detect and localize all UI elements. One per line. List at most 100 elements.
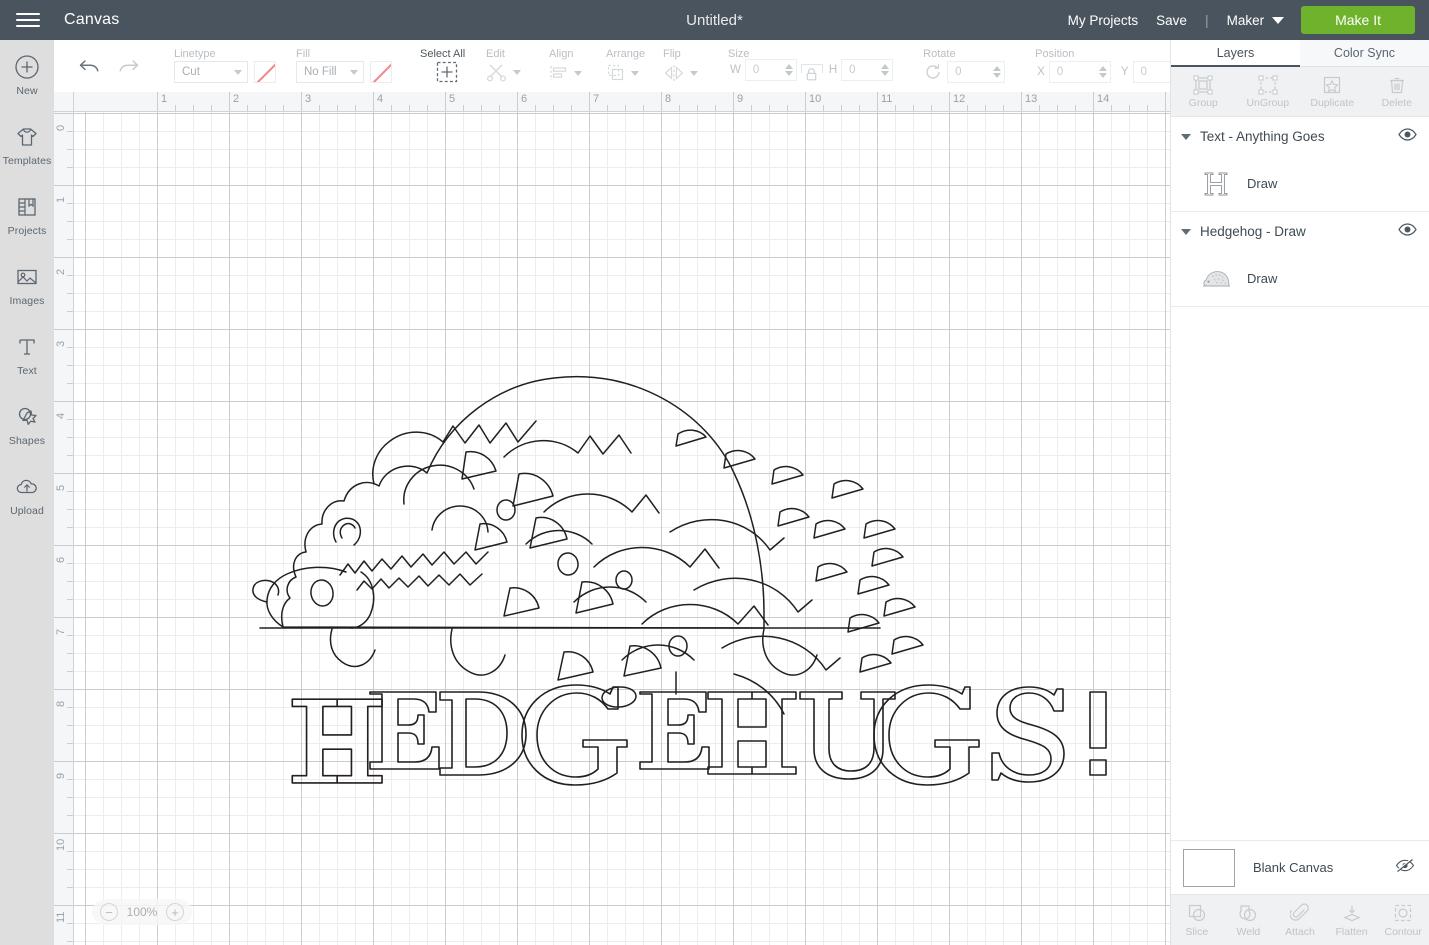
canvas-grid[interactable]	[74, 112, 1170, 945]
ruler-label: 14	[1097, 93, 1110, 105]
ruler-minor-tick	[67, 797, 73, 798]
canvas-label: Canvas	[64, 11, 120, 28]
size-group: Size W 0 H 0	[728, 40, 894, 92]
slice-icon	[1188, 904, 1205, 921]
attach-button[interactable]: Attach	[1274, 895, 1326, 945]
arrange-group[interactable]: Arrange	[606, 40, 645, 92]
ruler-major-tick	[1093, 92, 1094, 111]
weld-button[interactable]: Weld	[1223, 895, 1275, 945]
select-all-group[interactable]: Select All	[420, 40, 465, 92]
rotate-icon[interactable]	[923, 62, 943, 82]
my-projects-link[interactable]: My Projects	[1068, 13, 1139, 28]
ruler-minor-tick	[535, 105, 536, 111]
sidebar-item-upload[interactable]: Upload	[0, 460, 54, 530]
design-space-app: Canvas Untitled* My Projects Save | Make…	[0, 0, 1429, 945]
select-all-label: Select All	[420, 48, 466, 60]
design-canvas[interactable]: 123456789101112131415 01234567891011 − 1…	[54, 92, 1170, 945]
sidebar-item-projects[interactable]: Projects	[0, 180, 54, 250]
ruler-minor-tick	[643, 105, 644, 111]
flip-icon[interactable]	[663, 63, 685, 83]
fill-select[interactable]: No Fill	[296, 61, 364, 83]
undo-icon[interactable]	[78, 56, 102, 76]
linetype-select[interactable]: Cut	[174, 61, 248, 83]
sidebar-item-shapes[interactable]: Shapes	[0, 390, 54, 460]
layer-group-header[interactable]: Text - Anything Goes	[1171, 117, 1429, 156]
arrange-icon[interactable]	[606, 63, 626, 83]
ruler-minor-tick	[319, 105, 320, 111]
ruler-major-tick	[805, 92, 806, 111]
rotate-input[interactable]: 0	[947, 61, 1006, 83]
ruler-minor-tick	[337, 105, 338, 111]
eye-icon[interactable]	[1398, 127, 1417, 146]
ruler-minor-tick	[463, 105, 464, 111]
chevron-down-icon[interactable]	[1181, 133, 1191, 140]
hedgehugs-lettering	[291, 684, 1107, 786]
machine-selector[interactable]: Maker	[1227, 13, 1285, 28]
sidebar-item-new[interactable]: New	[0, 40, 54, 110]
layer-group-header[interactable]: Hedgehog - Draw	[1171, 212, 1429, 251]
select-all-icon[interactable]	[436, 61, 458, 83]
edit-group[interactable]: Edit	[486, 40, 521, 92]
canvas-color-swatch[interactable]	[1183, 848, 1235, 887]
redo-icon[interactable]	[116, 56, 140, 76]
ruler-minor-tick	[967, 105, 968, 111]
group-button[interactable]: Group	[1171, 67, 1236, 116]
x-stepper[interactable]	[1098, 66, 1107, 78]
fill-color-swatch[interactable]	[370, 61, 392, 83]
ruler-minor-tick	[67, 923, 73, 924]
duplicate-button[interactable]: Duplicate	[1300, 67, 1365, 116]
ruler-major-tick	[1165, 92, 1166, 111]
book-icon	[18, 197, 36, 216]
width-stepper[interactable]	[784, 64, 793, 76]
artwork-hedgehog-hedgehugs[interactable]	[74, 112, 1170, 945]
ungroup-button[interactable]: UnGroup	[1236, 67, 1301, 116]
hedgehog-thumb	[1201, 264, 1231, 294]
linetype-color-swatch[interactable]	[254, 61, 276, 83]
ruler-minor-tick	[1129, 105, 1130, 111]
align-group[interactable]: Align	[549, 40, 582, 92]
save-button[interactable]: Save	[1156, 13, 1187, 28]
align-icon[interactable]	[549, 63, 569, 83]
ruler-minor-tick	[67, 599, 73, 600]
x-position-input[interactable]: 0	[1048, 61, 1111, 83]
eye-off-icon[interactable]	[1395, 858, 1415, 878]
tab-color-sync[interactable]: Color Sync	[1300, 40, 1429, 67]
height-stepper[interactable]	[881, 64, 890, 76]
ruler-major-tick	[54, 257, 73, 258]
rotate-stepper[interactable]	[993, 66, 1002, 78]
sidebar-label-projects: Projects	[7, 224, 47, 237]
ruler-label: 9	[55, 772, 67, 779]
layer-row-hedgehog-draw[interactable]: Draw	[1171, 251, 1429, 306]
height-input[interactable]: 0	[841, 59, 894, 81]
chevron-down-icon	[631, 70, 639, 76]
tab-layers[interactable]: Layers	[1171, 40, 1300, 67]
layer-row-text-draw[interactable]: Draw	[1171, 156, 1429, 211]
blank-canvas-row[interactable]: Blank Canvas	[1171, 840, 1429, 894]
size-lock-toggle[interactable]	[797, 57, 827, 83]
scissors-icon[interactable]	[486, 61, 508, 83]
ruler-label: 5	[55, 484, 67, 491]
width-input[interactable]: 0	[744, 59, 797, 81]
slice-button[interactable]: Slice	[1171, 895, 1223, 945]
ruler-minor-tick	[67, 491, 73, 492]
sidebar-item-images[interactable]: Images	[0, 250, 54, 320]
ruler-major-tick	[54, 401, 73, 402]
ruler-minor-tick	[67, 779, 73, 780]
delete-button[interactable]: Delete	[1365, 67, 1429, 116]
flip-group[interactable]: Flip	[663, 40, 698, 92]
make-it-button[interactable]: Make It	[1301, 6, 1415, 34]
zoom-in-button[interactable]: +	[166, 903, 184, 921]
sidebar-item-text[interactable]: Text	[0, 320, 54, 390]
align-label: Align	[549, 48, 574, 60]
ruler-major-tick	[517, 92, 518, 111]
zoom-out-button[interactable]: −	[100, 903, 118, 921]
contour-button[interactable]: Contour	[1377, 895, 1429, 945]
hamburger-icon[interactable]	[0, 0, 56, 40]
sidebar-item-templates[interactable]: Templates	[0, 110, 54, 180]
height-axis-label: H	[828, 64, 838, 76]
chevron-down-icon	[513, 69, 521, 75]
flatten-button[interactable]: Flatten	[1326, 895, 1378, 945]
flatten-icon	[1342, 905, 1361, 921]
chevron-down-icon[interactable]	[1181, 228, 1191, 235]
eye-icon[interactable]	[1398, 222, 1417, 241]
